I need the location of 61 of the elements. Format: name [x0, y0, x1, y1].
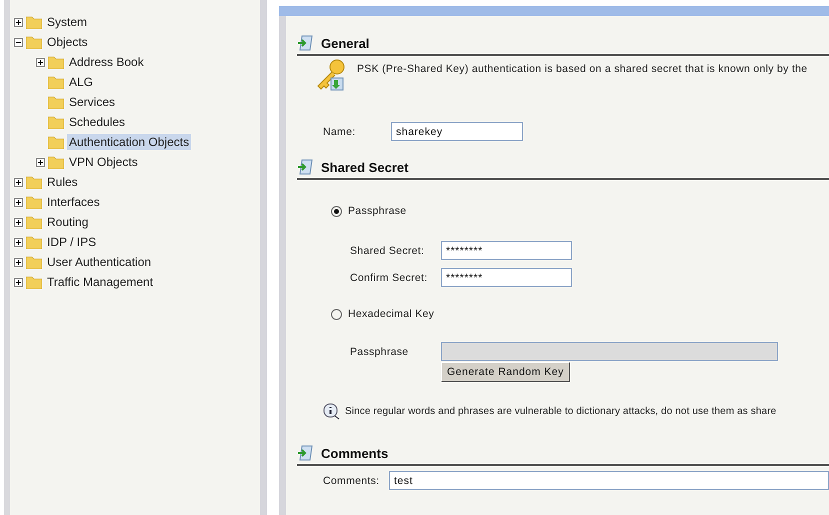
tree-item[interactable]: ALG: [67, 74, 96, 90]
field-label: Confirm Secret:: [350, 272, 428, 284]
tree-item[interactable]: Authentication Objects: [67, 134, 192, 150]
generate-key-button[interactable]: Generate Random Key: [441, 362, 570, 382]
expand-icon[interactable]: [14, 258, 23, 266]
folder-icon: [26, 215, 42, 229]
expand-icon[interactable]: [14, 218, 23, 226]
tree-item[interactable]: User Authentication: [45, 254, 154, 270]
folder-icon: [26, 15, 42, 29]
option-label: Passphrase: [348, 205, 406, 217]
tree-item[interactable]: Schedules: [67, 114, 128, 130]
collapse-icon[interactable]: [14, 38, 23, 46]
tree-item[interactable]: Interfaces: [45, 194, 102, 210]
description-text: PSK (Pre-Shared Key) authentication is based on a shared secret that is known only by the: [357, 63, 808, 77]
field-label: Comments:: [323, 474, 380, 486]
expand-icon[interactable]: [14, 18, 23, 26]
folder-icon: [48, 135, 64, 149]
expand-icon[interactable]: [14, 238, 23, 246]
input-field[interactable]: sharekey: [391, 122, 523, 141]
tree-item[interactable]: System: [45, 14, 90, 30]
folder-icon: [48, 155, 64, 169]
section-icon: [297, 444, 315, 462]
input-field[interactable]: test: [388, 471, 829, 490]
expand-icon[interactable]: [14, 278, 23, 286]
tree-item[interactable]: Address Book: [67, 54, 146, 70]
input-field[interactable]: ********: [441, 268, 572, 287]
folder-icon: [26, 255, 42, 269]
field-label: Passphrase: [350, 346, 410, 358]
field-label: Shared Secret:: [350, 244, 426, 256]
note-text: Since regular words and phrases are vulnerable to dictionary attacks, do not use them as share: [345, 406, 776, 417]
folder-icon: [48, 55, 64, 69]
section-title: Comments: [321, 446, 388, 460]
folder-icon: [26, 35, 42, 49]
expand-icon[interactable]: [36, 58, 45, 66]
tree-item[interactable]: Routing: [45, 214, 90, 230]
expand-icon[interactable]: [14, 178, 23, 186]
tree-item[interactable]: Objects: [45, 34, 90, 50]
tree-item[interactable]: IDP / IPS: [45, 234, 98, 250]
tree-item[interactable]: Rules: [45, 174, 80, 190]
section-title: General: [321, 36, 370, 50]
option-label: Hexadecimal Key: [348, 308, 434, 320]
radio-button[interactable]: [331, 206, 342, 216]
folder-icon: [26, 275, 42, 289]
folder-icon: [48, 115, 64, 129]
expand-icon[interactable]: [36, 158, 45, 166]
folder-icon: [48, 95, 64, 109]
tree-item[interactable]: VPN Objects: [67, 154, 140, 170]
folder-icon: [48, 75, 64, 89]
folder-icon: [26, 175, 42, 189]
expand-icon[interactable]: [14, 198, 23, 206]
section-icon: [297, 34, 315, 52]
folder-icon: [26, 195, 42, 209]
tree-item[interactable]: Services: [67, 94, 118, 110]
tree-item[interactable]: Traffic Management: [45, 274, 156, 290]
input-field[interactable]: ********: [441, 241, 572, 260]
info-icon: [323, 403, 340, 420]
radio-button[interactable]: [331, 308, 342, 320]
section-icon: [297, 158, 315, 176]
folder-icon: [26, 235, 42, 249]
section-title: Shared Secret: [321, 160, 408, 174]
field-label: Name:: [323, 126, 356, 138]
